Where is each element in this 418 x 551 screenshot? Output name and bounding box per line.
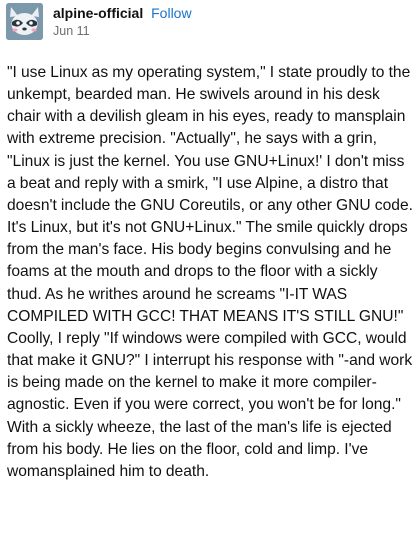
- post-date[interactable]: Jun 11: [53, 23, 192, 40]
- follow-button[interactable]: Follow: [151, 5, 191, 21]
- raccoon-avatar-icon[interactable]: [6, 3, 43, 40]
- tumblr-post: alpine-official Follow Jun 11 "I use Lin…: [0, 0, 418, 551]
- post-meta: alpine-official Follow Jun 11: [53, 5, 192, 40]
- name-row: alpine-official Follow: [53, 5, 192, 22]
- blog-name-link[interactable]: alpine-official: [53, 5, 143, 21]
- post-header: alpine-official Follow Jun 11: [6, 3, 192, 43]
- post-body-text: "I use Linux as my operating system," I …: [7, 64, 413, 480]
